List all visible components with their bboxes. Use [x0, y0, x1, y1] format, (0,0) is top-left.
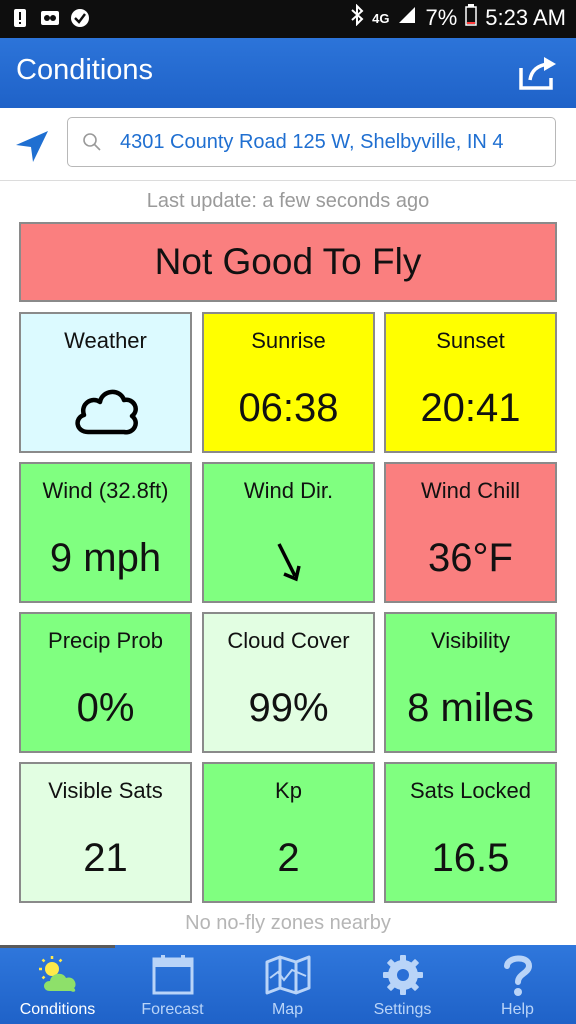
bottom-navigation: Conditions Forecast Map Settings Help — [0, 945, 576, 1024]
tab-settings[interactable]: Settings — [345, 945, 460, 1024]
tile-label: Kp — [275, 778, 302, 803]
last-update-text: Last update: a few seconds ago — [146, 190, 430, 212]
page-title: Conditions — [16, 54, 154, 86]
arrow-down-right-icon — [204, 540, 373, 584]
status-bar: 4G 7% 5:23 AM — [0, 0, 576, 38]
tile-label: Sats Locked — [409, 778, 532, 803]
tile-label: Cloud Cover — [227, 628, 350, 653]
tile-value: 36°F — [428, 536, 513, 580]
address-input[interactable] — [120, 118, 552, 166]
gear-icon — [345, 953, 460, 997]
tile-value: 21 — [83, 836, 128, 880]
app-bar: Conditions — [0, 38, 576, 108]
current-location-button[interactable] — [14, 128, 52, 166]
calendar-icon — [115, 953, 230, 997]
tile-visibility[interactable]: Visibility 8 miles — [384, 612, 557, 753]
address-search-box[interactable] — [67, 117, 556, 167]
location-bar — [0, 108, 576, 181]
battery-percent: 7% — [425, 5, 458, 30]
tile-sats-locked[interactable]: Sats Locked 16.5 — [384, 762, 557, 903]
clock: 5:23 AM — [485, 5, 566, 30]
tile-value: 16.5 — [431, 836, 510, 880]
tile-value: 8 miles — [407, 686, 534, 730]
tile-precip-prob[interactable]: Precip Prob 0% — [19, 612, 192, 753]
tile-value: 0% — [76, 686, 135, 730]
tile-visible-sats[interactable]: Visible Sats 21 — [19, 762, 192, 903]
tile-cloud-cover[interactable]: Cloud Cover 99% — [202, 612, 375, 753]
tile-label: Wind (32.8ft) — [42, 478, 169, 503]
tile-label: Visibility — [430, 628, 511, 653]
battery-icon — [465, 4, 478, 32]
tab-label: Help — [501, 1001, 534, 1018]
tile-kp[interactable]: Kp 2 — [202, 762, 375, 903]
tile-label: Visible Sats — [48, 778, 163, 803]
tab-map[interactable]: Map — [230, 945, 345, 1024]
check-circle-icon — [70, 8, 90, 28]
search-icon — [83, 133, 101, 151]
tab-label: Forecast — [141, 1001, 204, 1018]
tile-label: Sunrise — [251, 328, 326, 353]
signal-icon — [397, 5, 417, 31]
share-icon — [519, 57, 556, 90]
tab-help[interactable]: Help — [460, 945, 575, 1024]
tile-weather[interactable]: Weather — [19, 312, 192, 453]
tile-value: 06:38 — [238, 386, 339, 430]
navigation-arrow-icon — [16, 131, 48, 162]
tab-label: Conditions — [19, 1001, 96, 1018]
tile-label: Wind Chill — [420, 478, 521, 503]
voicemail-icon — [40, 8, 60, 28]
share-button[interactable] — [518, 54, 560, 92]
system-status: 4G 7% 5:23 AM — [350, 3, 566, 32]
tile-value: 9 mph — [49, 536, 162, 580]
tab-label: Settings — [373, 1001, 432, 1018]
bluetooth-icon — [350, 3, 364, 32]
cloud-icon — [21, 382, 190, 440]
map-icon — [230, 953, 345, 997]
tile-value: 20:41 — [420, 386, 521, 430]
tile-value: 2 — [277, 836, 300, 880]
tile-label: Weather — [64, 328, 147, 353]
tile-sunset[interactable]: Sunset 20:41 — [384, 312, 557, 453]
no-fly-zones-text: No no-fly zones nearby — [185, 912, 391, 934]
question-icon — [460, 953, 575, 997]
tab-label: Map — [271, 1001, 304, 1018]
tile-wind-chill[interactable]: Wind Chill 36°F — [384, 462, 557, 603]
tile-label: Sunset — [436, 328, 505, 353]
tile-value: 99% — [248, 686, 329, 730]
tile-sunrise[interactable]: Sunrise 06:38 — [202, 312, 375, 453]
sun-cloud-icon — [0, 953, 115, 997]
notification-icons — [10, 8, 90, 28]
tile-label: Precip Prob — [48, 628, 163, 653]
tab-forecast[interactable]: Forecast — [115, 945, 230, 1024]
tile-wind-direction[interactable]: Wind Dir. — [202, 462, 375, 603]
network-type: 4G — [372, 10, 390, 26]
fly-status-banner: Not Good To Fly — [19, 222, 557, 302]
tab-conditions[interactable]: Conditions — [0, 945, 115, 1024]
alert-icon — [10, 8, 30, 28]
tile-label: Wind Dir. — [243, 478, 334, 503]
tile-wind[interactable]: Wind (32.8ft) 9 mph — [19, 462, 192, 603]
